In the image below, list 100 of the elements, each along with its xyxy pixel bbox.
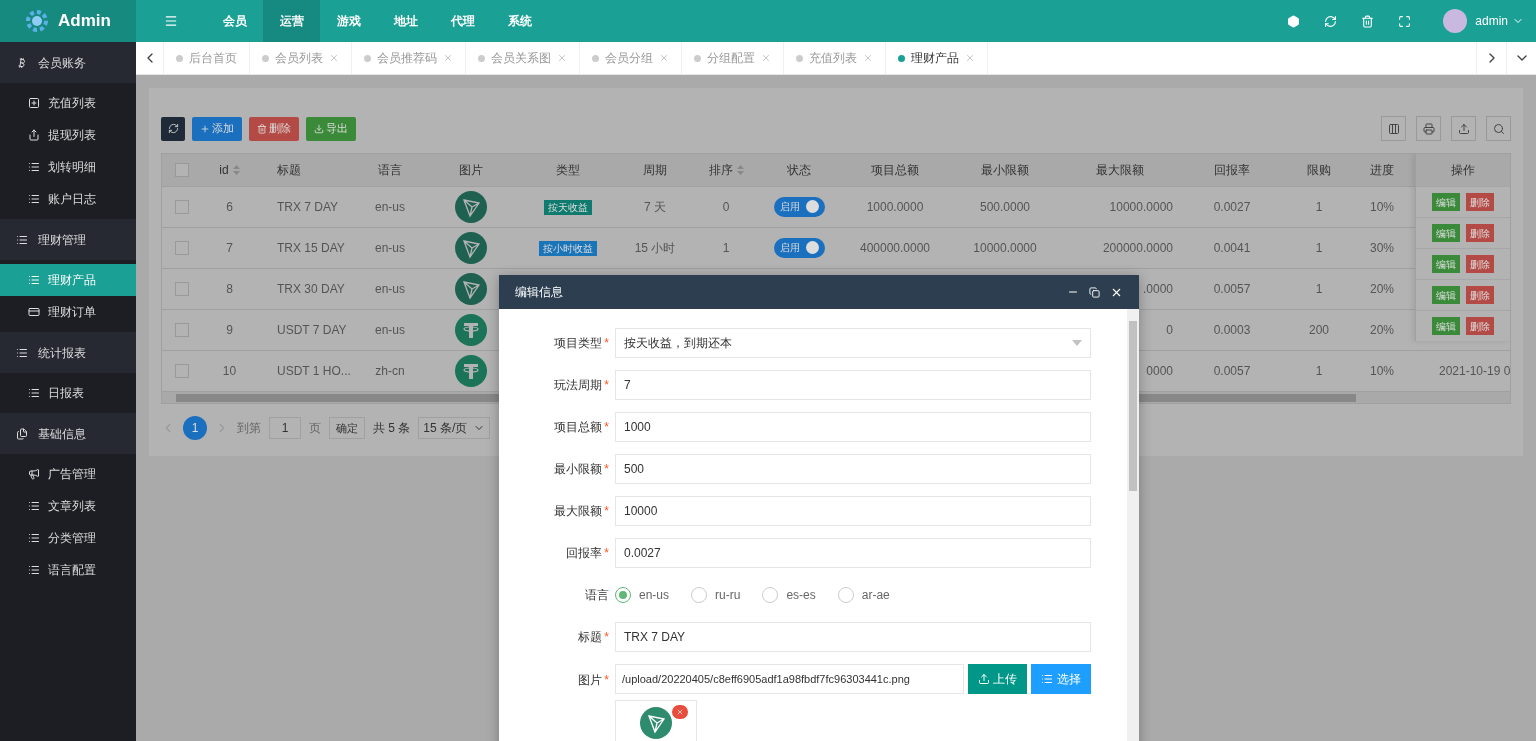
refresh-button[interactable] (161, 116, 185, 141)
radio-label[interactable]: ru-ru (715, 586, 741, 604)
status-switch[interactable]: 启用 (773, 237, 825, 258)
input-field[interactable]: 1000 (615, 412, 1091, 442)
current-page[interactable]: 1 (183, 416, 207, 440)
delete-button[interactable]: 删除 (1466, 286, 1494, 304)
nav-tab[interactable]: 系统 (491, 0, 548, 42)
sidebar-item[interactable]: 划转明细 (0, 151, 136, 183)
group-icon (16, 427, 28, 440)
delete-button[interactable]: 删除 (1466, 193, 1494, 211)
sort-icon[interactable] (736, 164, 744, 175)
nav-tab[interactable]: 代理 (434, 0, 491, 42)
item-icon (28, 306, 40, 318)
delete-button[interactable]: 删除 (1466, 255, 1494, 273)
trash-icon[interactable] (1361, 14, 1375, 28)
export-button[interactable]: 导出 (306, 116, 356, 141)
hexagon-icon[interactable] (1287, 14, 1301, 28)
table-cell: 20% (1370, 281, 1394, 296)
sidebar-item[interactable]: 分类管理 (0, 522, 136, 554)
edit-button[interactable]: 编辑 (1432, 255, 1460, 273)
sidebar-item[interactable]: 日报表 (0, 377, 136, 409)
page-tab[interactable]: 充值列表 (784, 42, 886, 74)
table-cell: 1000.0000 (866, 199, 924, 214)
page-tab[interactable]: 后台首页 (164, 42, 250, 74)
column-header: 周期 (643, 161, 667, 179)
nav-tab[interactable]: 运营 (263, 0, 320, 42)
delete-button[interactable]: 删除 (1466, 317, 1494, 335)
sidebar-item[interactable]: 理财产品 (0, 264, 136, 296)
row-checkbox[interactable] (175, 240, 189, 255)
goto-label: 到第 (237, 420, 261, 437)
type-tag: 按小时收益 (539, 240, 597, 256)
delete-button[interactable]: 删除 (249, 116, 299, 141)
confirm-button[interactable]: 确定 (329, 417, 365, 439)
file-path-field[interactable]: /upload/20220405/c8eff6905adf1a98fbdf7fc96303441c.png (615, 664, 964, 694)
upload-button[interactable]: 上传 (968, 664, 1027, 694)
print-button[interactable] (1416, 116, 1441, 141)
export-icon-button[interactable] (1451, 116, 1476, 141)
sidebar-item[interactable]: 理财订单 (0, 296, 136, 328)
select-field[interactable]: 按天收益，到期还本 (615, 328, 1091, 358)
input-field[interactable]: 500 (615, 454, 1091, 484)
sidebar-item[interactable]: 广告管理 (0, 458, 136, 490)
item-label: 理财产品 (48, 272, 96, 289)
input-field[interactable]: TRX 7 DAY (615, 622, 1091, 652)
table-cell: 0.0057 (1213, 281, 1251, 296)
input-field[interactable]: 10000 (615, 496, 1091, 526)
page-tab[interactable]: 理财产品 (886, 42, 988, 74)
table-cell: 0.0041 (1213, 240, 1251, 255)
nav-tab[interactable]: 地址 (377, 0, 434, 42)
sidebar-item[interactable]: 文章列表 (0, 490, 136, 522)
table-cell: 400000.0000 (859, 240, 931, 255)
refresh-icon[interactable] (1324, 14, 1338, 28)
sidebar-item[interactable]: 账户日志 (0, 183, 136, 215)
edit-button[interactable]: 编辑 (1432, 286, 1460, 304)
page-input[interactable]: 1 (269, 417, 301, 439)
delete-button[interactable]: 删除 (1466, 224, 1494, 242)
input-field[interactable]: 7 (615, 370, 1091, 400)
radio-label[interactable]: en-us (639, 586, 670, 604)
sidebar-group[interactable]: 会员账务 (0, 42, 136, 83)
row-checkbox[interactable] (175, 363, 189, 378)
remove-image-icon[interactable] (672, 705, 688, 719)
sidebar-item[interactable]: 充值列表 (0, 87, 136, 119)
required-mark: * (604, 630, 609, 644)
columns-button[interactable] (1381, 116, 1406, 141)
select-all-checkbox[interactable] (175, 162, 189, 177)
sidebar-group[interactable]: 理财管理 (0, 219, 136, 260)
edit-button[interactable]: 编辑 (1432, 317, 1460, 335)
sidebar-group[interactable]: 统计报表 (0, 332, 136, 373)
page-tab[interactable]: 会员关系图 (466, 42, 580, 74)
avatar[interactable] (1443, 9, 1468, 33)
sidebar-item[interactable]: 语言配置 (0, 554, 136, 586)
row-checkbox[interactable] (175, 199, 189, 214)
page-tab[interactable]: 会员列表 (250, 42, 352, 74)
item-icon (28, 564, 40, 576)
status-switch[interactable]: 启用 (773, 196, 825, 217)
field-label: 最小限额 (554, 462, 603, 476)
nav-tab[interactable]: 游戏 (320, 0, 377, 42)
page-tab[interactable]: 会员推荐码 (352, 42, 466, 74)
table-cell: 10 (222, 363, 237, 378)
sidebar-group[interactable]: 基础信息 (0, 413, 136, 454)
radio-label[interactable]: es-es (786, 586, 816, 604)
add-button[interactable]: 添加 (192, 116, 242, 141)
nav-tab[interactable]: 会员 (206, 0, 263, 42)
edit-button[interactable]: 编辑 (1432, 224, 1460, 242)
dialog-scrollbar[interactable] (1127, 309, 1139, 741)
row-checkbox[interactable] (175, 322, 189, 337)
group-icon (16, 346, 28, 359)
input-field[interactable]: 0.0027 (615, 538, 1091, 568)
page-tab[interactable]: 会员分组 (580, 42, 682, 74)
sidebar-item[interactable]: 提现列表 (0, 119, 136, 151)
row-checkbox[interactable] (175, 281, 189, 296)
restore-icon[interactable] (1089, 286, 1100, 298)
radio-label[interactable]: ar-ae (861, 586, 890, 604)
fullscreen-icon[interactable] (1398, 14, 1412, 28)
sort-icon[interactable] (232, 164, 240, 175)
edit-button[interactable]: 编辑 (1432, 193, 1460, 211)
page-size-select[interactable]: 15 条/页 (418, 417, 491, 439)
search-button[interactable] (1486, 116, 1511, 141)
page-tab[interactable]: 分组配置 (682, 42, 784, 74)
user-name[interactable]: admin (1475, 12, 1508, 30)
choose-button[interactable]: 选择 (1031, 664, 1091, 694)
